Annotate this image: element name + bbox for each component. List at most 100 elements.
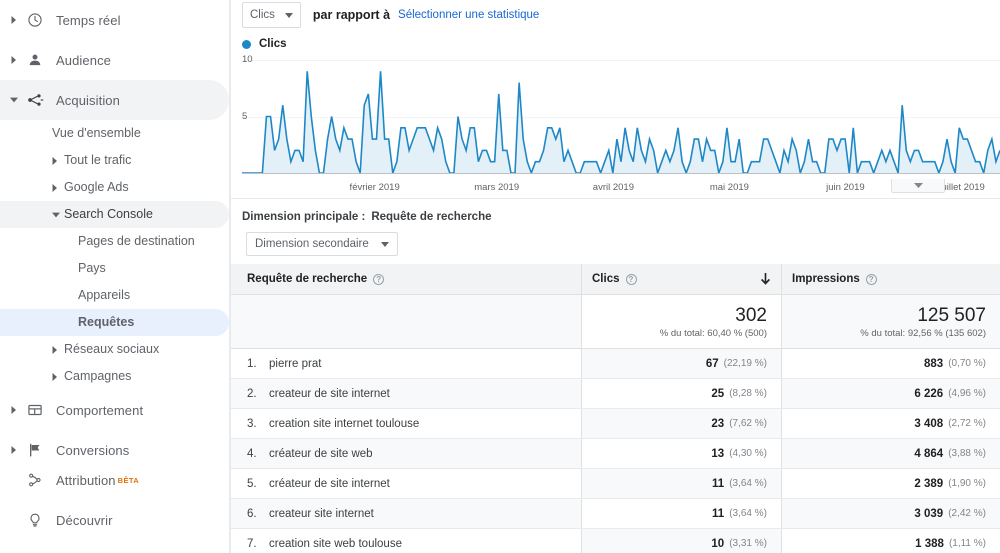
row-query-text[interactable]: createur site internet <box>269 508 374 520</box>
sidebar-item-requ-tes[interactable]: Requêtes <box>0 309 229 336</box>
sidebar-item-google-ads[interactable]: Google Ads <box>0 174 229 201</box>
table-row[interactable]: 1. pierre prat 67 (22,19 %) 883 (0,70 %) <box>231 349 1000 379</box>
sidebar-item-label: Audience <box>56 52 112 68</box>
row-clics-percent: (7,62 %) <box>729 418 767 429</box>
chart-plot-area <box>242 56 1000 174</box>
clics-timeseries-chart[interactable]: 10 5 <box>230 54 1000 178</box>
row-query-text[interactable]: creation site web toulouse <box>269 538 402 550</box>
sidebar-item-label: Pages de destination <box>78 234 195 248</box>
row-query-text[interactable]: createur de site internet <box>269 388 390 400</box>
help-icon[interactable]: ? <box>373 273 385 285</box>
row-impressions-value: 4 864 <box>914 447 944 460</box>
chevron-down-icon <box>380 241 389 247</box>
row-clics-percent: (3,64 %) <box>729 508 767 519</box>
column-header-query[interactable]: Requête de recherche ? <box>231 264 581 294</box>
chevron-down-icon[interactable] <box>52 212 60 218</box>
metric-select-clics[interactable]: Clics <box>242 2 301 28</box>
sidebar-item-label: Pays <box>78 261 106 275</box>
chevron-right-icon[interactable] <box>6 16 22 24</box>
table-row[interactable]: 5. créateur de site internet 11 (3,64 %) 2 3… <box>231 469 1000 499</box>
sidebar-item-administration[interactable]: Administration <box>0 540 229 553</box>
row-impressions-percent: (4,96 %) <box>948 388 986 399</box>
table-row[interactable]: 7. creation site web toulouse 10 (3,31 %) 1 … <box>231 529 1000 553</box>
sort-descending-icon[interactable] <box>760 272 771 286</box>
row-rank: 1. <box>247 357 257 370</box>
sidebar-item-d-couvrir[interactable]: Découvrir <box>0 500 229 540</box>
sidebar-item-comportement[interactable]: Comportement <box>0 390 229 430</box>
table-row[interactable]: 6. createur site internet 11 (3,64 %) 3 039 (… <box>231 499 1000 529</box>
chevron-right-icon[interactable] <box>52 345 58 354</box>
sidebar-item-vue-d-ensemble[interactable]: Vue d'ensemble <box>0 120 229 147</box>
cell-impressions: 3 039 (2,42 %) <box>781 499 1000 528</box>
table-row[interactable]: 3. creation site internet toulouse 23 (7,62… <box>231 409 1000 439</box>
row-impressions-value: 3 408 <box>914 417 944 430</box>
flag-icon <box>22 442 48 458</box>
row-clics-percent: (3,31 %) <box>729 538 767 549</box>
column-header-impressions[interactable]: Impressions ? <box>781 264 1000 294</box>
legend-series-label: Clics <box>259 38 287 50</box>
column-header-clics-label: Clics <box>592 273 620 285</box>
sidebar-item-label: Acquisition <box>56 92 120 108</box>
bulb-icon <box>22 512 48 528</box>
sidebar-item-audience[interactable]: Audience <box>0 40 229 80</box>
select-metric-link[interactable]: Sélectionner une statistique <box>398 9 539 21</box>
person-icon <box>22 52 48 68</box>
chevron-down-icon <box>284 12 293 18</box>
secondary-dimension-select[interactable]: Dimension secondaire <box>246 232 398 256</box>
row-query-text[interactable]: créateur de site web <box>269 448 373 460</box>
sidebar-item-acquisition[interactable]: Acquisition <box>0 80 229 120</box>
row-impressions-value: 883 <box>924 357 944 370</box>
row-clics-value: 13 <box>711 447 725 460</box>
primary-dimension-value[interactable]: Requête de recherche <box>371 211 491 223</box>
sidebar-item-pages-de-destination[interactable]: Pages de destination <box>0 228 229 255</box>
table-row[interactable]: 2. createur de site internet 25 (8,28 %) 6 2… <box>231 379 1000 409</box>
sidebar-item-search-console[interactable]: Search Console <box>0 201 229 228</box>
row-impressions-percent: (0,70 %) <box>948 358 986 369</box>
queries-table: Requête de recherche ? Clics ? Impressio… <box>230 264 1000 553</box>
row-query-text[interactable]: créateur de site internet <box>269 478 390 490</box>
x-tick-label: juillet 2019 <box>939 182 985 193</box>
chevron-right-icon[interactable] <box>6 406 22 414</box>
help-icon[interactable]: ? <box>865 273 877 285</box>
sidebar-item-attribution[interactable]: Attribution BÊTA <box>0 460 229 500</box>
main-content: Clics par rapport à Sélectionner une sta… <box>230 0 1000 553</box>
sidebar-item-appareils[interactable]: Appareils <box>0 282 229 309</box>
row-query-text[interactable]: creation site internet toulouse <box>269 418 419 430</box>
chart-x-tick-labels: février 2019 mars 2019 avril 2019 mai 2019 j… <box>242 178 1000 198</box>
chevron-right-icon[interactable] <box>52 156 58 165</box>
row-clics-percent: (22,19 %) <box>723 358 767 369</box>
sidebar-item-label: Vue d'ensemble <box>52 126 141 140</box>
row-impressions-percent: (3,88 %) <box>948 448 986 459</box>
table-body: 1. pierre prat 67 (22,19 %) 883 (0,70 %) 2. cre… <box>231 349 1000 553</box>
sidebar-item-r-seaux-sociaux[interactable]: Réseaux sociaux <box>0 336 229 363</box>
row-clics-percent: (8,28 %) <box>729 388 767 399</box>
column-header-clics[interactable]: Clics ? <box>581 264 781 294</box>
chevron-down-icon[interactable] <box>6 97 22 103</box>
row-impressions-percent: (2,42 %) <box>948 508 986 519</box>
cell-impressions: 2 389 (1,90 %) <box>781 469 1000 498</box>
chevron-right-icon[interactable] <box>6 56 22 64</box>
sidebar-item-tout-le-trafic[interactable]: Tout le trafic <box>0 147 229 174</box>
sidebar-item-pays[interactable]: Pays <box>0 255 229 282</box>
sidebar-item-temps-r-el[interactable]: Temps réel <box>0 0 229 40</box>
row-rank: 4. <box>247 447 257 460</box>
sidebar-item-campagnes[interactable]: Campagnes <box>0 363 229 390</box>
cell-clics: 67 (22,19 %) <box>581 349 781 378</box>
table-header: Requête de recherche ? Clics ? Impressio… <box>231 264 1000 295</box>
row-rank: 5. <box>247 477 257 490</box>
table-row[interactable]: 4. créateur de site web 13 (4,30 %) 4 864 (3,… <box>231 439 1000 469</box>
chevron-right-icon[interactable] <box>52 183 58 192</box>
cell-query: 7. creation site web toulouse <box>231 529 581 553</box>
summary-clics-value: 302 <box>735 304 767 326</box>
clock-icon <box>22 12 48 28</box>
help-icon[interactable]: ? <box>625 273 637 285</box>
chart-collapse-toggle[interactable] <box>891 179 945 193</box>
chevron-right-icon[interactable] <box>52 372 58 381</box>
table-summary: 302 % du total: 60,40 % (500) 125 507 % … <box>231 295 1000 349</box>
chart-line-clics <box>242 71 1000 173</box>
attribution-icon <box>22 472 48 488</box>
row-query-text[interactable]: pierre prat <box>269 358 321 370</box>
row-impressions-value: 3 039 <box>914 507 944 520</box>
x-tick-label: avril 2019 <box>592 182 635 193</box>
chevron-right-icon[interactable] <box>6 446 22 454</box>
